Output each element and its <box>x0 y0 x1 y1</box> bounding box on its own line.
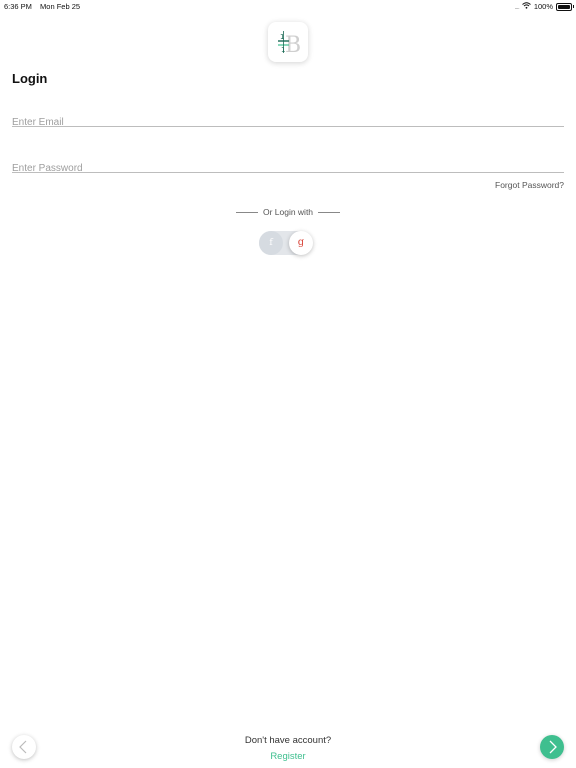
wifi-icon <box>521 2 531 11</box>
social-login-buttons: f g <box>259 231 315 255</box>
register-prompt: Don't have account? Register <box>0 735 576 762</box>
social-login-label: Or Login with <box>262 207 314 217</box>
battery-percent: 100% <box>533 2 553 11</box>
forgot-password-link[interactable]: Forgot Password? <box>495 180 564 190</box>
google-icon: g <box>297 237 305 248</box>
password-field[interactable] <box>12 163 564 176</box>
google-login-button[interactable]: g <box>289 231 313 255</box>
facebook-login-button[interactable]: f <box>259 231 283 255</box>
status-date: Mon Feb 25 <box>40 2 81 11</box>
register-link[interactable]: Register <box>0 751 576 762</box>
chevron-right-icon <box>549 740 557 754</box>
divider-line-left <box>235 212 258 214</box>
battery-icon <box>556 2 574 11</box>
password-field-container <box>12 158 564 176</box>
signal-icon: .... <box>514 2 519 11</box>
social-login-divider: Or Login with <box>0 207 576 217</box>
no-account-text: Don't have account? <box>244 735 332 746</box>
page-title: Login <box>12 71 48 86</box>
status-time: 6:36 PM <box>4 2 32 11</box>
divider-line-right <box>318 212 341 214</box>
next-button[interactable] <box>540 735 564 759</box>
status-bar: 6:36 PM Mon Feb 25 .... 100% <box>0 0 576 14</box>
app-logo-icon: B 1 1 <box>268 22 308 62</box>
email-field-container <box>12 112 564 130</box>
facebook-icon: f <box>269 238 273 248</box>
email-field[interactable] <box>12 117 564 130</box>
